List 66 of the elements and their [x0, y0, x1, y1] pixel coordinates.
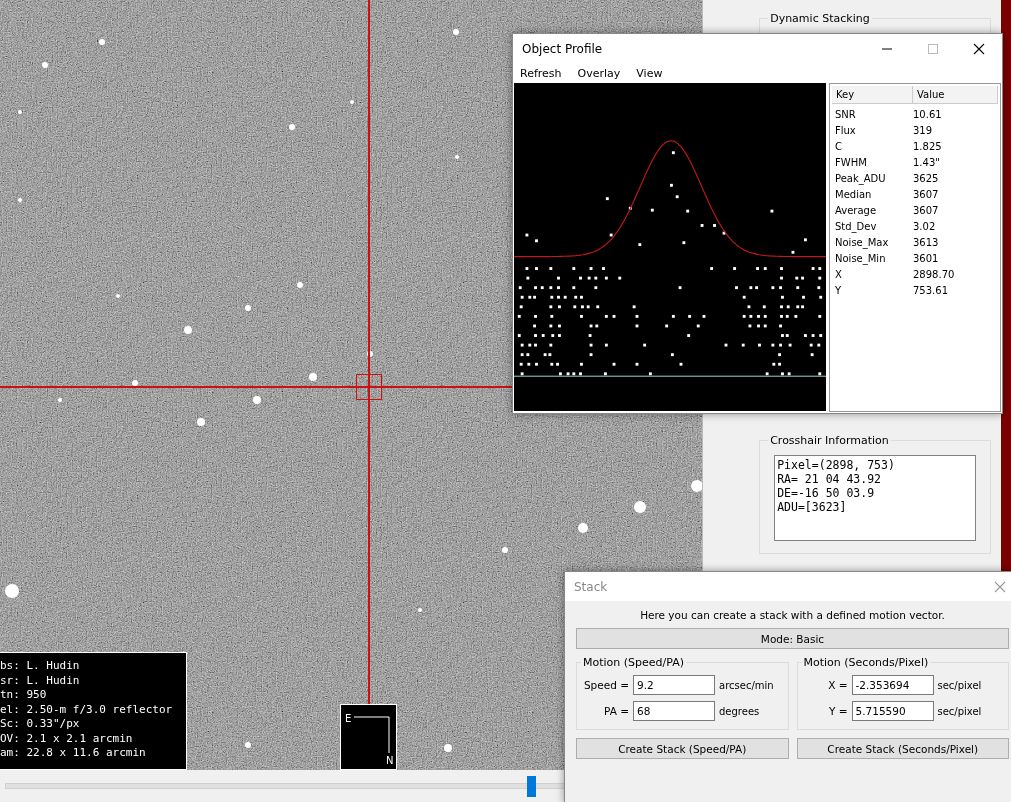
group-title: Motion (Seconds/Pixel)	[802, 656, 930, 669]
field-label: Y =	[827, 705, 848, 717]
menu-item[interactable]: Refresh	[520, 66, 562, 80]
window-title: Stack	[574, 579, 609, 594]
info-line: sr: L. Hudin	[0, 673, 81, 688]
table-cell-text: 10.61	[913, 108, 943, 120]
create-stack-button[interactable]: Create Stack (Speed/PA)	[576, 738, 789, 759]
info-line: el: 2.50-m f/3.0 reflector	[0, 702, 174, 717]
unit-label: sec/pixel	[937, 705, 982, 717]
input-field[interactable]: 9.2	[633, 675, 715, 695]
table-cell-text: Peak_ADU	[835, 172, 887, 184]
compass-arrows-icon	[354, 716, 391, 754]
north-label: N	[386, 755, 394, 766]
info-line: Sc: 0.33"/px	[0, 717, 81, 732]
field-label: X =	[827, 679, 848, 691]
table-cell-text: 3607	[913, 188, 940, 200]
menu-item[interactable]: View	[636, 66, 663, 80]
unit-label: arcsec/min	[719, 679, 774, 691]
create-stack-button[interactable]: Create Stack (Seconds/Pixel)	[796, 738, 1009, 759]
table-cell-text: X	[835, 268, 843, 280]
table-cell-text: 1.825	[913, 140, 943, 152]
table-cell-text: FWHM	[835, 156, 868, 168]
table-cell-text: 319	[913, 124, 934, 136]
field-label: Speed =	[582, 679, 629, 691]
table-cell-text: 3625	[913, 172, 940, 184]
table-cell-text: 1.43"	[913, 156, 941, 168]
table-cell-text: Y	[835, 284, 843, 296]
window-title: Object Profile	[522, 41, 604, 56]
intro-text: Here you can create a stack with a defined motion vector.	[639, 609, 946, 621]
column-header[interactable]: Value	[913, 86, 998, 103]
table-cell-text: C	[835, 140, 843, 152]
info-line: bs: L. Hudin	[0, 659, 81, 674]
group-title: Motion (Speed/PA)	[582, 656, 685, 669]
table-cell-text: Noise_Max	[835, 236, 890, 248]
table-cell-text: Std_Dev	[835, 220, 878, 232]
table-cell-text: Average	[835, 204, 878, 216]
table-cell-text: SNR	[835, 108, 857, 120]
crosshair-info-field[interactable]: Pixel=(2898, 753) RA= 21 04 43.92 DE=-16 50 03.9 ADU=[3623]	[774, 455, 976, 541]
table-cell-text: 3.02	[913, 220, 937, 232]
table-cell-text: Median	[835, 188, 873, 200]
table-cell-text: Noise_Min	[835, 252, 887, 264]
field-label: PA =	[603, 705, 629, 717]
input-field[interactable]: 5.715590	[851, 701, 934, 721]
group-title: Crosshair Information	[769, 434, 890, 447]
menu-item[interactable]: Overlay	[577, 66, 621, 80]
table-cell-text: Flux	[835, 124, 857, 136]
unit-label: sec/pixel	[937, 679, 982, 691]
table-cell-text: 2898.70	[913, 268, 956, 280]
info-line: am: 22.8 x 11.6 arcmin	[0, 746, 147, 761]
mode-button[interactable]: Mode: Basic	[576, 628, 1009, 649]
target-marker	[356, 374, 382, 400]
zoom-slider[interactable]	[5, 775, 565, 797]
close-icon[interactable]	[973, 42, 985, 55]
unit-label: degrees	[719, 705, 760, 717]
input-field[interactable]: 68	[633, 701, 715, 721]
group-title: Dynamic Stacking	[769, 12, 871, 25]
info-line: OV: 2.1 x 2.1 arcmin	[0, 731, 134, 746]
slider-thumb[interactable]	[527, 775, 537, 797]
table-cell-text: 753.61	[913, 284, 949, 296]
table-cell-text: 3613	[913, 236, 940, 248]
input-field[interactable]: -2.353694	[851, 675, 934, 695]
info-line: tn: 950	[0, 688, 48, 703]
column-header[interactable]: Key	[832, 86, 913, 103]
east-label: E	[345, 713, 352, 724]
table-cell-text: 3607	[913, 204, 940, 216]
table-cell-text: 3601	[913, 252, 940, 264]
